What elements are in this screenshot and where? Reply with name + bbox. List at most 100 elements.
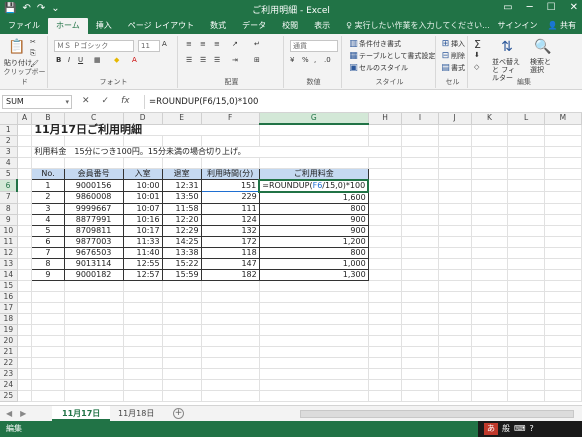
row-header[interactable]: 13: [0, 258, 18, 270]
table-cell[interactable]: 9999667: [63, 202, 124, 215]
find-select-button[interactable]: 検索と 選択: [530, 58, 560, 74]
table-cell[interactable]: 11:58: [161, 202, 202, 215]
fill-color-icon[interactable]: ◆: [114, 56, 119, 64]
table-cell[interactable]: 7: [31, 246, 65, 259]
row-header[interactable]: 7: [0, 191, 18, 204]
select-all-corner[interactable]: [0, 113, 18, 125]
paste-icon[interactable]: 📋: [8, 38, 26, 56]
align-center-icon[interactable]: ☰: [200, 56, 206, 64]
row-header[interactable]: 17: [0, 302, 18, 314]
header-cell[interactable]: ご利用料金: [258, 167, 369, 180]
column-header[interactable]: L: [507, 113, 545, 125]
indent-icon[interactable]: ⇥: [232, 56, 238, 64]
signin-link[interactable]: サインイン: [497, 18, 537, 34]
table-cell[interactable]: 3: [31, 202, 65, 215]
tell-me-box[interactable]: ♀ 実行したい作業を入力してください...: [346, 18, 490, 34]
header-cell[interactable]: 利用時間(分): [200, 167, 260, 180]
table-cell[interactable]: 9000156: [63, 179, 124, 192]
row-header-selected[interactable]: 6: [0, 179, 19, 192]
table-cell[interactable]: 6: [31, 235, 65, 248]
format-cells-button[interactable]: ▤書式: [440, 63, 465, 74]
tab-data[interactable]: データ: [234, 18, 274, 34]
table-cell[interactable]: 118: [200, 246, 260, 259]
column-header[interactable]: H: [368, 113, 403, 125]
keyboard-icon[interactable]: ⌨: [514, 421, 526, 437]
table-cell[interactable]: 15:22: [161, 257, 202, 270]
header-cell[interactable]: No.: [31, 167, 65, 180]
format-as-table-button[interactable]: ▦テーブルとして書式設定: [348, 51, 435, 62]
table-cell[interactable]: 800: [258, 202, 369, 215]
ime-mode[interactable]: 般: [502, 421, 510, 437]
grow-font-icon[interactable]: A: [162, 40, 167, 48]
row-header[interactable]: 4: [0, 157, 18, 169]
row-header[interactable]: 23: [0, 368, 18, 380]
table-cell[interactable]: 900: [258, 213, 369, 226]
autosum-icon[interactable]: Σ: [474, 38, 481, 51]
name-box-dropdown-icon[interactable]: ▾: [65, 96, 69, 108]
wrap-text-icon[interactable]: ↵: [254, 40, 260, 48]
row-header[interactable]: 16: [0, 291, 18, 303]
table-cell[interactable]: 10:16: [122, 213, 163, 226]
sheet-tab-active[interactable]: 11月17日: [52, 406, 111, 421]
table-cell[interactable]: 172: [200, 235, 260, 248]
row-header[interactable]: 25: [0, 390, 18, 402]
horizontal-scrollbar[interactable]: [300, 410, 574, 418]
help-icon[interactable]: ?: [530, 421, 534, 437]
cell-styles-button[interactable]: ▣セルのスタイル: [348, 63, 408, 74]
merge-icon[interactable]: ⊞: [254, 56, 260, 64]
underline-button[interactable]: U: [78, 56, 83, 64]
referenced-cell[interactable]: 151: [200, 179, 260, 192]
column-header[interactable]: F: [201, 113, 260, 125]
percent-icon[interactable]: %: [302, 56, 309, 64]
table-cell[interactable]: 1,600: [258, 191, 369, 204]
table-cell[interactable]: 10:17: [122, 224, 163, 237]
align-middle-icon[interactable]: ≡: [200, 40, 206, 48]
insert-function-icon[interactable]: fx: [121, 96, 130, 106]
decimal-icon[interactable]: .0: [324, 56, 331, 64]
table-cell[interactable]: 10:01: [122, 191, 163, 204]
font-size-select[interactable]: 11: [138, 40, 160, 52]
table-cell[interactable]: 5: [31, 224, 65, 237]
formula-input[interactable]: =ROUNDUP(F6/15,0)*100: [144, 95, 578, 109]
tab-view[interactable]: 表示: [306, 18, 338, 34]
table-cell[interactable]: 13:50: [161, 191, 202, 204]
table-cell[interactable]: 11:33: [122, 235, 163, 248]
table-cell[interactable]: 8877991: [63, 213, 124, 226]
table-cell[interactable]: 1,300: [258, 268, 369, 281]
font-name-select[interactable]: ＭＳ Ｐゴシック: [54, 40, 134, 52]
table-cell[interactable]: 14:25: [161, 235, 202, 248]
row-header[interactable]: 1: [0, 124, 18, 136]
tab-insert[interactable]: 挿入: [88, 18, 120, 34]
table-cell[interactable]: 124: [200, 213, 260, 226]
table-cell[interactable]: 12:31: [161, 179, 202, 192]
comma-icon[interactable]: ,: [314, 56, 316, 64]
bold-button[interactable]: B: [56, 56, 61, 64]
pricing-note[interactable]: 利用料金 15分につき100円。15分未満の場合切り上げ。: [31, 146, 403, 158]
enter-icon[interactable]: ✓: [102, 96, 110, 106]
table-cell[interactable]: 8: [31, 257, 65, 270]
prev-sheet-icon[interactable]: ◀: [6, 409, 12, 418]
tab-file[interactable]: ファイル: [0, 18, 48, 34]
table-cell[interactable]: 11:40: [122, 246, 163, 259]
table-cell[interactable]: 12:20: [161, 213, 202, 226]
header-cell[interactable]: 会員番号: [63, 167, 124, 180]
cut-icon[interactable]: ✂: [30, 38, 36, 46]
column-header[interactable]: K: [471, 113, 509, 125]
table-cell[interactable]: 12:55: [122, 257, 163, 270]
sort-filter-icon[interactable]: ⇅: [498, 38, 516, 56]
row-header[interactable]: 22: [0, 357, 18, 369]
table-cell[interactable]: 9: [31, 268, 65, 281]
row-header[interactable]: 10: [0, 225, 18, 237]
table-cell[interactable]: 2: [31, 191, 65, 204]
table-cell[interactable]: 4: [31, 213, 65, 226]
table-cell[interactable]: 15:59: [161, 268, 202, 281]
column-header[interactable]: E: [162, 113, 202, 125]
copy-icon[interactable]: ⎘: [30, 49, 36, 58]
worksheet-grid[interactable]: A B C D E F G H I J K L M 1 11月17日ご利用明細 …: [0, 113, 582, 405]
clear-icon[interactable]: ◇: [474, 63, 479, 71]
insert-cells-button[interactable]: ⊞ 挿入: [440, 39, 465, 50]
orientation-icon[interactable]: ↗: [232, 40, 238, 48]
sheet-tab[interactable]: 11月18日: [108, 406, 164, 421]
row-header[interactable]: 18: [0, 313, 18, 325]
column-header[interactable]: A: [17, 113, 33, 125]
